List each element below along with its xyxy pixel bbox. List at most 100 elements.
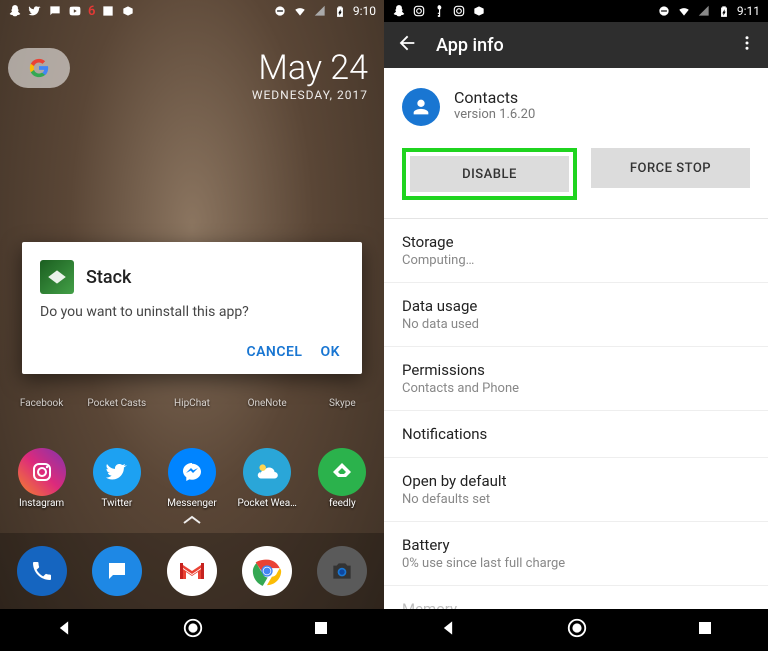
camera-app[interactable]: [317, 546, 367, 596]
disable-highlight: DISABLE: [402, 148, 577, 200]
app-info-screen: 9:11 App info Contacts version 1.6.20 DI…: [384, 0, 768, 651]
action-buttons: DISABLE FORCE STOP: [384, 138, 768, 218]
date-sub: WEDNESDAY, 2017: [252, 88, 368, 102]
status-time: 9:11: [737, 4, 760, 18]
memory-item[interactable]: Memory: [384, 586, 768, 609]
app-twitter[interactable]: Twitter: [84, 448, 150, 509]
app-bar: App info: [384, 22, 768, 68]
box-icon: [472, 4, 486, 18]
arrow-back-icon: [396, 32, 418, 54]
app-header: Contacts version 1.6.20: [384, 68, 768, 138]
nav-bar: [0, 609, 384, 651]
chrome-icon: [250, 554, 284, 588]
app-bar-title: App info: [436, 35, 720, 56]
gmail-icon: [178, 561, 206, 581]
messages-icon: [105, 559, 129, 583]
app-label: Skype: [329, 398, 356, 409]
image-icon: [101, 4, 115, 18]
open-by-default-item[interactable]: Open by defaultNo defaults set: [384, 458, 768, 522]
twitter-icon: [105, 460, 129, 484]
nav-recents[interactable]: [312, 619, 330, 641]
uninstall-dialog: Stack Do you want to uninstall this app?…: [22, 242, 362, 374]
dnd-icon: [273, 4, 287, 18]
key-icon: [432, 4, 446, 18]
nav-back[interactable]: [438, 618, 458, 642]
more-vert-icon: [738, 34, 756, 52]
app-label: Pocket Wea…: [237, 498, 296, 509]
nav-bar: [384, 609, 768, 651]
messages-app[interactable]: [92, 546, 142, 596]
phone-icon: [30, 559, 54, 583]
phone-app[interactable]: [17, 546, 67, 596]
contacts-app-icon: [402, 88, 440, 126]
dialog-title: Stack: [86, 267, 131, 288]
signal-icon: [313, 4, 327, 18]
instagram-icon: [30, 460, 54, 484]
dnd-icon: [657, 4, 671, 18]
app-instagram[interactable]: Instagram: [9, 448, 75, 509]
home-row-2: Instagram Twitter Messenger Pocket Wea… …: [0, 448, 384, 509]
home-screen: 6 9:10 May 24 WEDNESDAY, 2017 Facebook P…: [0, 0, 384, 651]
youtube-icon: [68, 4, 82, 18]
force-stop-button[interactable]: FORCE STOP: [591, 148, 750, 188]
weather-icon: [254, 459, 280, 485]
date-widget[interactable]: May 24 WEDNESDAY, 2017: [252, 48, 368, 102]
instagram-outline-icon: [452, 4, 466, 18]
signal-icon: [697, 4, 711, 18]
ok-button[interactable]: OK: [320, 344, 340, 360]
app-drawer-handle[interactable]: [182, 510, 202, 529]
app-label: feedly: [329, 498, 356, 509]
camera-icon: [329, 558, 355, 584]
snapchat-icon: [392, 4, 406, 18]
overflow-menu[interactable]: [738, 34, 756, 56]
cancel-button[interactable]: CANCEL: [246, 344, 302, 360]
gmail-app[interactable]: [167, 546, 217, 596]
messenger-icon: [180, 460, 204, 484]
stack-app-icon: [40, 260, 74, 294]
nav-home[interactable]: [566, 617, 588, 643]
chrome-app[interactable]: [242, 546, 292, 596]
disable-button[interactable]: DISABLE: [410, 156, 569, 192]
status-bar: 6 9:10: [0, 0, 384, 22]
back-button[interactable]: [396, 32, 418, 58]
app-messenger[interactable]: Messenger: [159, 448, 225, 509]
permissions-item[interactable]: PermissionsContacts and Phone: [384, 347, 768, 411]
instagram-outline-icon: [412, 4, 426, 18]
google-search-pill[interactable]: [8, 48, 70, 88]
box-icon: [121, 4, 135, 18]
battery-item[interactable]: Battery0% use since last full charge: [384, 522, 768, 586]
person-icon: [410, 96, 432, 118]
notification-count: 6: [88, 4, 95, 19]
notifications-item[interactable]: Notifications: [384, 411, 768, 458]
wifi-icon: [293, 4, 307, 18]
app-weather[interactable]: Pocket Wea…: [234, 448, 300, 509]
home-row-1: Facebook Pocket Casts HipChat OneNote Sk…: [0, 398, 384, 409]
data-usage-item[interactable]: Data usageNo data used: [384, 283, 768, 347]
nav-recents[interactable]: [696, 619, 714, 641]
dialog-message: Do you want to uninstall this app?: [40, 304, 344, 320]
app-name: Contacts: [454, 88, 535, 107]
app-label: Twitter: [101, 498, 132, 509]
battery-icon: [333, 4, 347, 18]
google-g-icon: [28, 57, 50, 79]
twitter-icon: [28, 4, 42, 18]
app-label: OneNote: [248, 398, 287, 409]
chat-icon: [48, 4, 62, 18]
status-bar: 9:11: [384, 0, 768, 22]
app-label: Messenger: [167, 498, 217, 509]
app-feedly[interactable]: feedly: [309, 448, 375, 509]
dock: [0, 533, 384, 609]
nav-home[interactable]: [182, 617, 204, 643]
app-label: Pocket Casts: [87, 398, 146, 409]
storage-item[interactable]: StorageComputing…: [384, 219, 768, 283]
battery-icon: [717, 4, 731, 18]
date-main: May 24: [252, 48, 368, 88]
nav-back[interactable]: [54, 618, 74, 642]
status-right-icons: 9:10: [273, 4, 376, 18]
settings-list[interactable]: StorageComputing… Data usageNo data used…: [384, 218, 768, 609]
status-left-icons: 6: [8, 4, 135, 19]
snapchat-icon: [8, 4, 22, 18]
app-label: Facebook: [20, 398, 63, 409]
wifi-icon: [677, 4, 691, 18]
app-label: HipChat: [174, 398, 210, 409]
